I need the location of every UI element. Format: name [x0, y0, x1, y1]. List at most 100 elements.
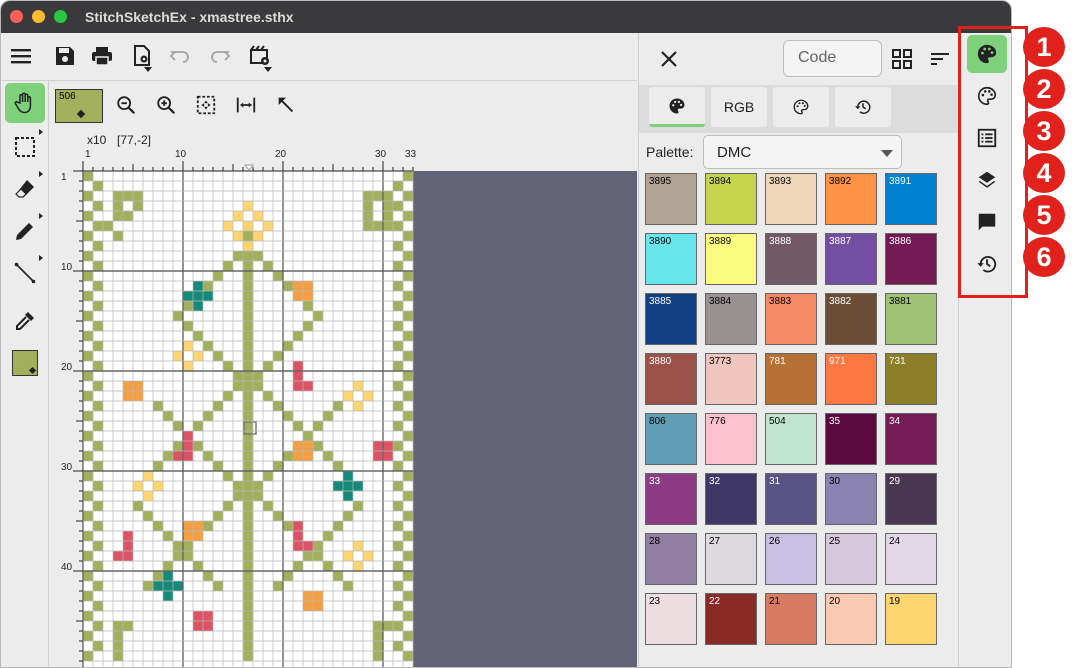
- color-swatch[interactable]: 26: [765, 533, 817, 585]
- stitch-cell: [163, 561, 173, 571]
- pattern-canvas[interactable]: x10 [77,-2] 1 10 20 30 33 1 10 20 30 40: [49, 129, 637, 668]
- color-swatch[interactable]: 31: [765, 473, 817, 525]
- stitch-cell: [243, 521, 253, 531]
- stitch-cell: [93, 361, 103, 371]
- color-swatch[interactable]: 3886: [885, 233, 937, 285]
- palette-selector-row: Palette: DMC: [639, 133, 959, 173]
- close-window-button[interactable]: [10, 10, 23, 23]
- stitch-cell: [243, 531, 253, 541]
- color-swatch[interactable]: 3887: [825, 233, 877, 285]
- file-settings-button[interactable]: [127, 41, 157, 72]
- stitch-cell: [353, 401, 363, 411]
- color-swatch[interactable]: 3893: [765, 173, 817, 225]
- tab-palette[interactable]: [649, 87, 705, 127]
- stitch-cell: [163, 451, 173, 461]
- color-swatch[interactable]: 21: [765, 593, 817, 645]
- grid-view-button[interactable]: [891, 48, 913, 70]
- sort-button[interactable]: [929, 48, 951, 70]
- palette-dropdown[interactable]: DMC: [703, 135, 902, 169]
- stitch-cell: [213, 461, 223, 471]
- stitch-cell: [93, 301, 103, 311]
- stitch-cell: [183, 301, 193, 311]
- eyedropper-tool[interactable]: [5, 301, 45, 341]
- code-search-input[interactable]: Code: [783, 40, 882, 77]
- color-swatch[interactable]: 25: [825, 533, 877, 585]
- close-panel-button[interactable]: [657, 47, 681, 71]
- color-swatch[interactable]: 971: [825, 353, 877, 405]
- color-swatch[interactable]: 33: [645, 473, 697, 525]
- menu-button[interactable]: [6, 41, 36, 71]
- current-color-swatch[interactable]: 506: [55, 89, 103, 123]
- stitch-cell: [373, 451, 383, 461]
- fit-width-button[interactable]: [232, 91, 260, 119]
- save-button[interactable]: [50, 41, 80, 71]
- tab-palette-outline[interactable]: [773, 87, 829, 127]
- color-swatch[interactable]: 30: [825, 473, 877, 525]
- color-swatch[interactable]: 3885: [645, 293, 697, 345]
- color-swatch[interactable]: 806: [645, 413, 697, 465]
- color-swatch[interactable]: 3882: [825, 293, 877, 345]
- stitch-grid[interactable]: 1 10 20 30 33 1 10 20 30 40: [49, 129, 637, 668]
- color-swatch[interactable]: 3894: [705, 173, 757, 225]
- zoom-window-button[interactable]: [54, 10, 67, 23]
- pointer-button[interactable]: [272, 91, 300, 119]
- color-swatch[interactable]: 35: [825, 413, 877, 465]
- stitch-cell: [243, 611, 253, 621]
- color-swatch[interactable]: 3889: [705, 233, 757, 285]
- current-color-tool[interactable]: [5, 343, 45, 383]
- color-swatch[interactable]: 3888: [765, 233, 817, 285]
- redo-icon: [211, 51, 231, 63]
- stitch-cell: [243, 251, 253, 261]
- stitch-cell: [403, 511, 413, 521]
- color-swatch[interactable]: 28: [645, 533, 697, 585]
- redo-button[interactable]: [205, 41, 235, 71]
- stitch-cell: [193, 531, 203, 541]
- color-swatch[interactable]: 32: [705, 473, 757, 525]
- export-button[interactable]: [245, 41, 275, 72]
- tab-rgb[interactable]: RGB: [711, 87, 767, 127]
- zoom-fit-button[interactable]: [192, 91, 220, 119]
- color-swatch[interactable]: 34: [885, 413, 937, 465]
- stitch-cell: [83, 631, 93, 641]
- print-button[interactable]: [87, 41, 117, 71]
- eyedropper-icon: [16, 312, 34, 330]
- color-swatch[interactable]: 3884: [705, 293, 757, 345]
- color-swatch[interactable]: 29: [885, 473, 937, 525]
- tab-history[interactable]: [835, 87, 891, 127]
- stitch-cell: [193, 281, 203, 291]
- color-swatch[interactable]: 22: [705, 593, 757, 645]
- color-swatch[interactable]: 3895: [645, 173, 697, 225]
- color-swatch[interactable]: 3880: [645, 353, 697, 405]
- minimize-window-button[interactable]: [32, 10, 45, 23]
- color-swatch[interactable]: 20: [825, 593, 877, 645]
- stitch-cell: [213, 271, 223, 281]
- hand-tool[interactable]: [5, 83, 45, 123]
- color-swatch[interactable]: 3881: [885, 293, 937, 345]
- color-swatch[interactable]: 3883: [765, 293, 817, 345]
- stitch-cell: [93, 281, 103, 291]
- stitch-cell: [243, 441, 253, 451]
- color-swatch[interactable]: 776: [705, 413, 757, 465]
- pencil-tool[interactable]: [5, 211, 45, 251]
- color-swatch[interactable]: 3891: [885, 173, 937, 225]
- undo-button[interactable]: [165, 41, 195, 71]
- color-swatch[interactable]: 24: [885, 533, 937, 585]
- stitch-cell: [93, 481, 103, 491]
- color-swatch[interactable]: 3890: [645, 233, 697, 285]
- color-swatch[interactable]: 504: [765, 413, 817, 465]
- color-swatch[interactable]: 3892: [825, 173, 877, 225]
- color-swatch[interactable]: 731: [885, 353, 937, 405]
- select-tool[interactable]: [5, 127, 45, 167]
- swatch-code: 3893: [769, 176, 792, 187]
- color-swatch[interactable]: 19: [885, 593, 937, 645]
- zoom-out-button[interactable]: [112, 91, 140, 119]
- zoom-in-button[interactable]: [152, 91, 180, 119]
- stitch-cell: [243, 511, 253, 521]
- color-swatch[interactable]: 27: [705, 533, 757, 585]
- line-tool[interactable]: [5, 253, 45, 293]
- color-swatch[interactable]: 781: [765, 353, 817, 405]
- color-swatch[interactable]: 3773: [705, 353, 757, 405]
- swatch-code: 3880: [649, 356, 672, 367]
- eraser-tool[interactable]: [5, 169, 45, 209]
- color-swatch[interactable]: 23: [645, 593, 697, 645]
